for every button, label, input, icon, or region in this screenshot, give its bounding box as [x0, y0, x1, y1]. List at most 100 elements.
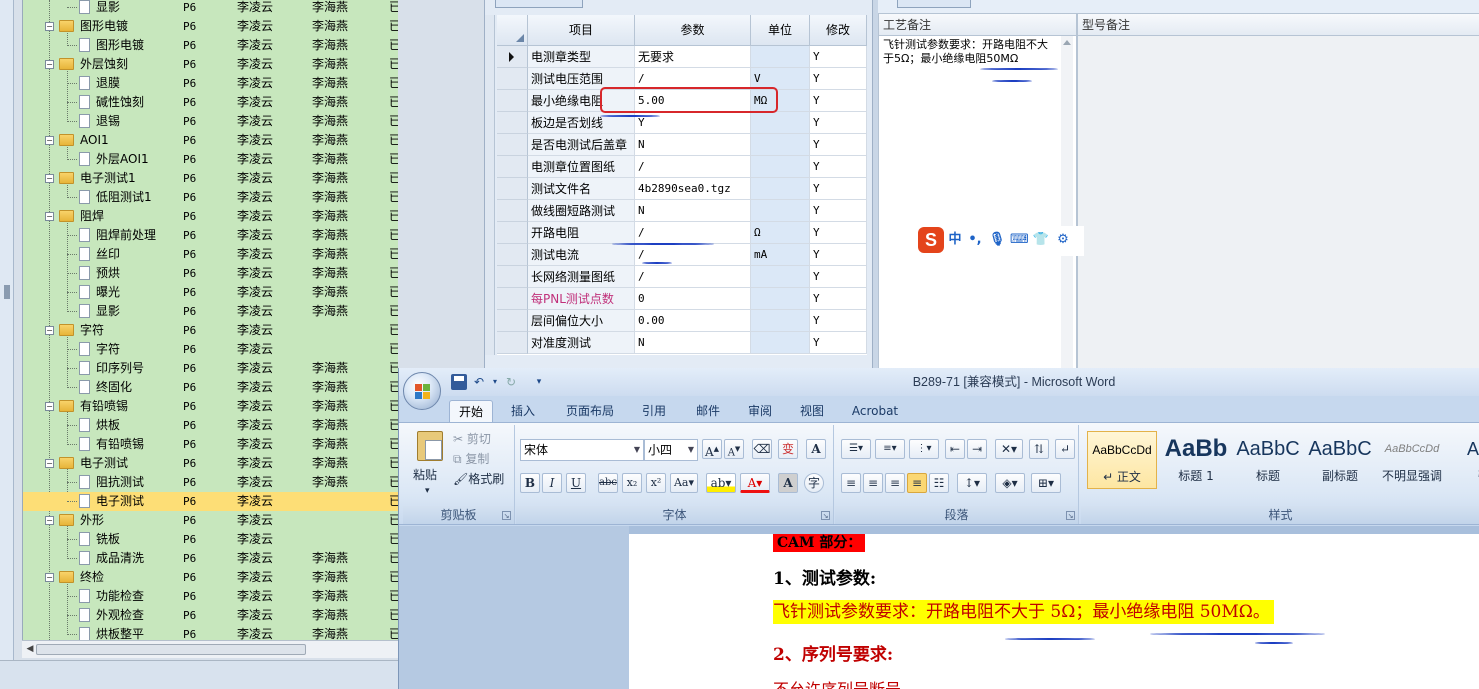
- doc-cam-heading[interactable]: CAM 部分：: [773, 534, 866, 552]
- tree-item-row[interactable]: 终固化 P6 李凌云 李海燕 已上: [23, 378, 398, 397]
- param-cell-unit[interactable]: Ω: [751, 222, 810, 244]
- left-splitter[interactable]: [0, 0, 14, 660]
- tree-item-row[interactable]: 丝印 P6 李凌云 李海燕 已上网: [23, 245, 398, 264]
- param-cell-param[interactable]: 0: [635, 288, 751, 310]
- ribbon-tab-5[interactable]: 审阅: [741, 400, 779, 422]
- line-spacing-icon[interactable]: ↕▾: [957, 473, 987, 493]
- style-swatch[interactable]: AaBb 标题 1: [1161, 431, 1231, 489]
- phonetic-guide-icon[interactable]: 变: [778, 439, 798, 459]
- param-cell-param[interactable]: 4b2890sea0.tgz: [635, 178, 751, 200]
- collapse-toggle-icon[interactable]: −: [45, 516, 54, 525]
- numbering-icon[interactable]: ≡▾: [875, 439, 905, 459]
- ribbon-tab-3[interactable]: 引用: [635, 400, 673, 422]
- param-cell-param[interactable]: N: [635, 332, 751, 354]
- shrink-font-icon[interactable]: A▼: [724, 439, 744, 459]
- param-row[interactable]: 板边是否划线 Y Y: [497, 112, 867, 134]
- param-cell-unit[interactable]: [751, 266, 810, 288]
- doc-heading-test-params[interactable]: 1、测试参数:: [773, 564, 876, 589]
- bullets-icon[interactable]: ☰▾: [841, 439, 871, 459]
- doc-flying-probe-requirement[interactable]: 飞针测试参数要求：开路电阻不大于 5Ω；最小绝缘电阻 50MΩ。: [773, 600, 1274, 624]
- scroll-left-icon[interactable]: ◀: [24, 643, 36, 655]
- param-cell-mod[interactable]: Y: [810, 310, 867, 332]
- ime-punct-toggle[interactable]: •,: [966, 231, 984, 249]
- collapse-toggle-icon[interactable]: −: [45, 22, 54, 31]
- sogou-logo-icon[interactable]: S: [918, 227, 944, 253]
- collapse-toggle-icon[interactable]: −: [45, 402, 54, 411]
- italic-icon[interactable]: I: [542, 473, 562, 493]
- shading-icon[interactable]: ◈▾: [995, 473, 1025, 493]
- param-cell-mod[interactable]: Y: [810, 156, 867, 178]
- param-row[interactable]: 做线圈短路测试 N Y: [497, 200, 867, 222]
- customize-qat-icon[interactable]: ▾: [531, 374, 547, 390]
- param-cell-unit[interactable]: [751, 310, 810, 332]
- row-header[interactable]: [497, 90, 528, 112]
- param-cell-mod[interactable]: Y: [810, 178, 867, 200]
- collapse-toggle-icon[interactable]: −: [45, 136, 54, 145]
- tab-basic-params[interactable]: [495, 0, 583, 8]
- tree-horizontal-scrollbar[interactable]: ◀: [22, 640, 398, 658]
- param-cell-mod[interactable]: Y: [810, 222, 867, 244]
- param-cell-mod[interactable]: Y: [810, 244, 867, 266]
- row-header[interactable]: [497, 222, 528, 244]
- keyboard-icon[interactable]: ⌨: [1010, 231, 1029, 249]
- ribbon-tab-0[interactable]: 开始: [449, 400, 493, 422]
- tab-process-notes[interactable]: [897, 0, 971, 8]
- param-cell-unit[interactable]: [751, 200, 810, 222]
- increase-indent-icon[interactable]: ⇥: [967, 439, 987, 459]
- param-cell-unit[interactable]: [751, 288, 810, 310]
- row-header[interactable]: [497, 266, 528, 288]
- decrease-indent-icon[interactable]: ⇤: [945, 439, 965, 459]
- param-cell-unit[interactable]: [751, 112, 810, 134]
- collapse-toggle-icon[interactable]: −: [45, 60, 54, 69]
- font-launcher-icon[interactable]: ↘: [821, 511, 830, 520]
- redo-icon[interactable]: ↻: [503, 374, 519, 390]
- param-cell-mod[interactable]: Y: [810, 332, 867, 354]
- param-cell-unit[interactable]: [751, 46, 810, 68]
- splitter-grip[interactable]: [4, 285, 10, 299]
- tree-item-row[interactable]: 有铅喷锡 P6 李凌云 李海燕 已: [23, 435, 398, 454]
- superscript-icon[interactable]: x²: [646, 473, 666, 493]
- param-cell-mod[interactable]: Y: [810, 68, 867, 90]
- param-row[interactable]: 长网络测量图纸 / Y: [497, 266, 867, 288]
- row-header[interactable]: [497, 244, 528, 266]
- col-header-modify[interactable]: 修改: [810, 15, 867, 46]
- row-header[interactable]: [497, 134, 528, 156]
- tree-item-row[interactable]: 低阻测试1 P6 李凌云 李海燕 已上网: [23, 188, 398, 207]
- style-swatch[interactable]: AaBbC 副标题: [1305, 431, 1375, 489]
- tree-item-row[interactable]: 字符 P6 李凌云 已编写: [23, 340, 398, 359]
- row-header[interactable]: [497, 156, 528, 178]
- param-cell-unit[interactable]: [751, 134, 810, 156]
- param-cell-mod[interactable]: Y: [810, 90, 867, 112]
- tree-item-row[interactable]: 阻抗测试 P6 李凌云 李海燕 已: [23, 473, 398, 492]
- param-cell-mod[interactable]: Y: [810, 288, 867, 310]
- tree-folder-row[interactable]: − AOI1 P6 李凌云 李海燕 已上网: [23, 131, 398, 158]
- show-marks-icon[interactable]: ↵: [1055, 439, 1075, 459]
- skin-icon[interactable]: 👕: [1032, 231, 1050, 249]
- tree-folder-row[interactable]: − 字符P6李凌云已编写: [23, 321, 398, 386]
- distributed-icon[interactable]: ☷: [929, 473, 949, 493]
- clear-format-icon[interactable]: ⌫: [752, 439, 772, 459]
- tree-item-row[interactable]: 退膜 P6 李凌云 李海燕 已上网: [23, 74, 398, 93]
- param-row[interactable]: 层间偏位大小 0.00 Y: [497, 310, 867, 332]
- align-left-icon[interactable]: ≡: [841, 473, 861, 493]
- ime-lang-toggle[interactable]: 中: [946, 231, 964, 249]
- col-header-unit[interactable]: 单位: [751, 15, 810, 46]
- style-swatch[interactable]: AaBbCcDd 不明显强调: [1377, 431, 1447, 489]
- tree-item-row[interactable]: 烘板 P6 李凌云 李海燕 已: [23, 416, 398, 435]
- strikethrough-icon[interactable]: abc: [598, 473, 618, 493]
- row-header[interactable]: [497, 68, 528, 90]
- param-cell-mod[interactable]: Y: [810, 112, 867, 134]
- copy-button[interactable]: ⧉ 复制: [453, 449, 489, 469]
- param-cell-param[interactable]: /: [635, 266, 751, 288]
- save-icon[interactable]: [451, 374, 467, 390]
- font-name-select[interactable]: 宋体 ▼: [520, 439, 644, 461]
- notes-scrollbar[interactable]: [1061, 36, 1073, 370]
- collapse-toggle-icon[interactable]: −: [45, 326, 54, 335]
- tree-item-row[interactable]: 外观检查 P6 李凌云 李海燕 已: [23, 606, 398, 625]
- collapse-toggle-icon[interactable]: −: [45, 573, 54, 582]
- clipboard-launcher-icon[interactable]: ↘: [502, 511, 511, 520]
- param-row[interactable]: 是否电测试后盖章 N Y: [497, 134, 867, 156]
- char-border-icon[interactable]: A: [806, 439, 826, 459]
- param-cell-param[interactable]: /: [635, 156, 751, 178]
- grid-corner[interactable]: [497, 15, 528, 46]
